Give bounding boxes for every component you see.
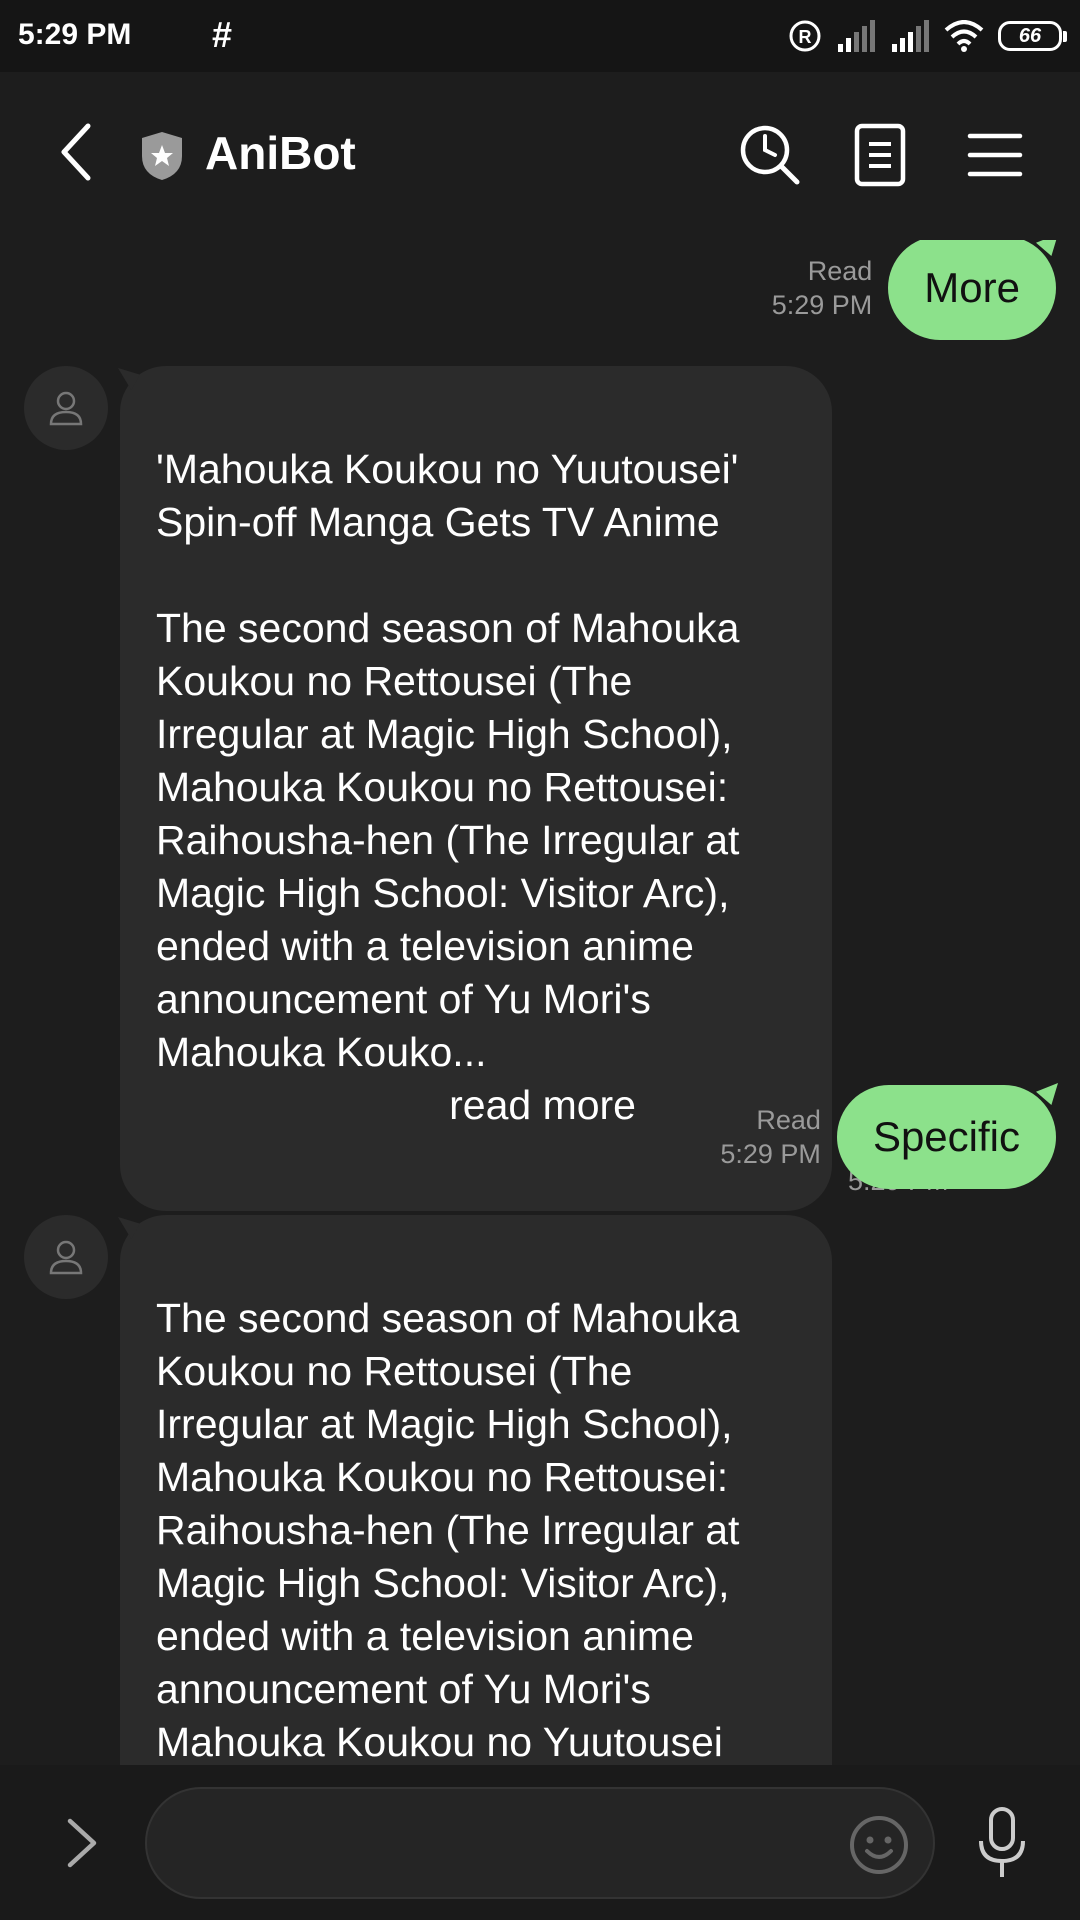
incoming-message: The second season of Mahouka Koukou no R… [24,1215,832,1765]
read-receipt: Read [807,256,873,286]
message-time: 5:29 PM [771,290,873,320]
outgoing-message: Read 5:29 PM More [772,240,1056,340]
news-body: The second season of Mahouka Koukou no R… [156,605,740,1075]
read-receipt: Read [756,1105,821,1135]
avatar[interactable] [24,1215,108,1299]
search-icon[interactable] [735,120,805,190]
chat-area[interactable]: Read 5:29 PM More 'Mahouka Koukou no Yuu… [0,240,1080,1765]
outgoing-bubble[interactable]: More [888,240,1056,340]
chat-title: AniBot [205,127,356,179]
status-bar: 5:29 PM # R 66 [0,0,1080,72]
hash-icon: # [212,14,233,55]
back-arrow-icon[interactable] [50,112,110,192]
chevron-right-icon[interactable] [52,1811,112,1875]
input-bar [0,1765,1080,1920]
message-input[interactable] [145,1787,935,1899]
signal-icon [838,20,875,52]
status-time: 5:29 PM [18,18,132,51]
read-more-link[interactable]: read more [156,1079,796,1132]
mic-icon[interactable] [970,1805,1034,1881]
emoji-icon[interactable] [847,1813,911,1877]
message-meta: Read 5:29 PM [772,254,873,322]
news-body: The second season of Mahouka Koukou no R… [156,1295,740,1765]
svg-text:R: R [799,27,812,47]
avatar[interactable] [24,366,108,450]
chat-header: AniBot [0,72,1080,240]
status-icons: R 66 [788,18,1067,54]
user-icon [49,391,83,426]
outgoing-bubble[interactable]: Specific [836,1085,1056,1189]
registered-icon: R [789,20,821,52]
news-title: 'Mahouka Koukou no Yuutousei' Spin-off M… [156,446,739,545]
user-icon [49,1240,83,1275]
wifi-icon [944,20,984,52]
message-time: 5:29 PM [720,1139,821,1169]
menu-icon[interactable] [960,120,1030,190]
shield-icon [142,132,182,180]
notes-icon[interactable] [845,120,915,190]
message-meta: Read 5:29 PM [720,1103,821,1171]
signal-icon [892,20,929,52]
battery-icon: 66 [998,21,1067,51]
outgoing-message: Read 5:29 PM Specific [720,1085,1056,1189]
incoming-bubble[interactable]: The second season of Mahouka Koukou no R… [120,1215,832,1765]
